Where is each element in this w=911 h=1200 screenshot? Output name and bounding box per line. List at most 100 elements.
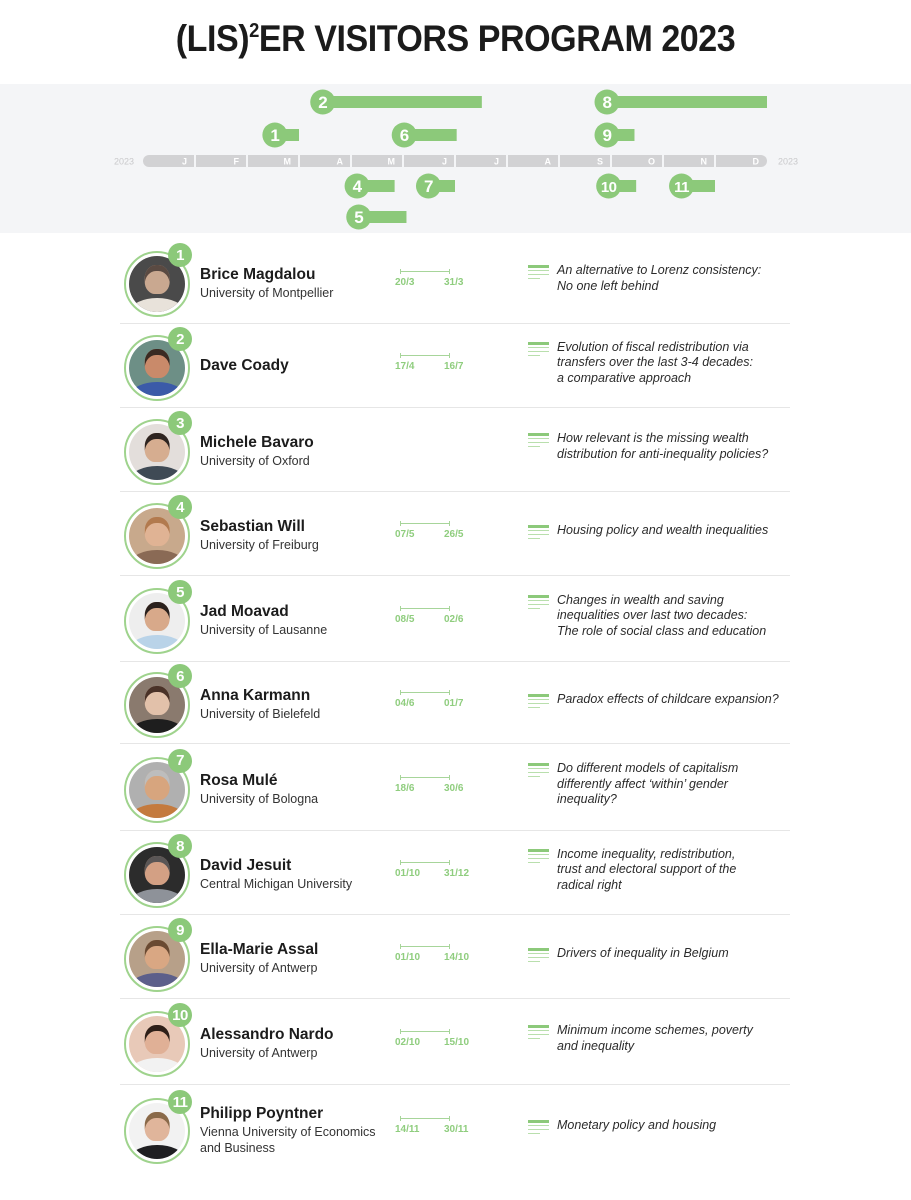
visitor-affiliation: Central Michigan University — [200, 877, 353, 891]
visitor-affiliation: University of Bielefeld — [200, 707, 321, 721]
research-topic: Do different models of capitalism differ… — [557, 761, 739, 807]
visitor-row: 2 Dave Coady 17/4 16/7 Evolution of fiscal r… — [120, 324, 790, 408]
avatar: 4 — [124, 495, 192, 569]
visitor-number-badge: 11 — [168, 1090, 192, 1114]
visit-start-date: 01/10 — [395, 952, 421, 963]
visitor-row: 3 Michele Bavaro University of Oxford How r… — [120, 408, 790, 492]
month-divider — [610, 155, 612, 167]
visitor-number-badge: 5 — [168, 580, 192, 604]
avatar-body-shape — [131, 1145, 183, 1159]
visit-start-date: 14/11 — [395, 1124, 420, 1135]
avatar-body-shape — [131, 298, 183, 312]
visitor-affiliation: University of Montpellier — [200, 286, 334, 300]
visitor-row: 10 Alessandro Nardo University of Antwerp 0… — [120, 999, 790, 1085]
topic-lines-icon — [528, 525, 549, 541]
avatar-body-shape — [131, 719, 183, 733]
timeline-chart: J F M A M J J A S O N D 2023 2023 1 2 4 5 6 7 8 9 10 11 — [0, 84, 911, 233]
visit-start-date: 07/5 — [395, 529, 415, 540]
date-range-rule — [400, 1029, 450, 1034]
topic-lines-icon — [528, 694, 549, 710]
month-divider — [350, 155, 352, 167]
research-topic: Changes in wealth and saving inequalitie… — [557, 592, 767, 638]
visitor-row: 8 David Jesuit Central Michigan University… — [120, 831, 790, 915]
research-topic: Drivers of inequality in Belgium — [557, 946, 729, 961]
date-range-rule — [400, 353, 450, 358]
month-tick-label: A — [337, 157, 344, 167]
avatar: 5 — [124, 580, 192, 654]
visitor-affiliation: University of Oxford — [200, 454, 310, 468]
month-divider — [402, 155, 404, 167]
visitor-name: Rosa Mulé — [200, 771, 278, 789]
avatar-head-shape — [144, 264, 170, 295]
month-tick-label: S — [597, 157, 603, 167]
timeline-marker-label-4: 4 — [353, 177, 363, 196]
visitor-number-badge: 9 — [168, 918, 192, 942]
month-divider — [662, 155, 664, 167]
visitor-row: 9 Ella-Marie Assal University of Antwerp 01… — [120, 915, 790, 999]
visitor-row: 7 Rosa Mulé University of Bologna 18/6 30/6 D… — [120, 744, 790, 831]
research-topic: Housing policy and wealth inequalities — [557, 523, 769, 538]
visit-date-range: 20/3 31/3 — [395, 269, 475, 293]
visit-end-date: 31/12 — [444, 868, 470, 879]
visitor-name: Jad Moavad — [200, 603, 289, 620]
timeline-marker-label-6: 6 — [400, 126, 409, 145]
visit-end-date: 02/6 — [444, 614, 464, 625]
avatar-body-shape — [131, 466, 183, 480]
timeline-marker-label-5: 5 — [354, 208, 363, 227]
timeline-marker-label-2: 2 — [318, 93, 327, 112]
avatar-body-shape — [131, 803, 183, 818]
topic-lines-icon — [528, 763, 549, 779]
avatar-head-shape — [144, 516, 170, 547]
timeline-marker-label-7: 7 — [424, 177, 433, 196]
visit-start-date: 01/10 — [395, 868, 421, 879]
date-range-rule — [400, 944, 450, 949]
month-tick-label: J — [494, 157, 499, 167]
visitor-number-badge: 3 — [168, 411, 192, 435]
visit-start-date: 18/6 — [395, 782, 415, 794]
visitor-name: Ella-Marie Assal — [200, 941, 319, 958]
axis-year-label-right: 2023 — [778, 157, 798, 167]
visitor-number-badge: 7 — [168, 748, 192, 773]
month-divider — [506, 155, 508, 167]
date-range-rule — [400, 690, 450, 695]
visit-end-date: 30/11 — [444, 1124, 469, 1135]
page-title: (LIS)2ER VISITORS PROGRAM 2023 — [36, 18, 874, 60]
topic-lines-icon — [528, 433, 549, 449]
visitor-row: 1 Brice Magdalou University of Montpellier… — [120, 240, 790, 324]
month-tick-label: D — [753, 157, 760, 167]
research-topic: Evolution of fiscal redistribution via t… — [557, 339, 753, 385]
month-tick-label: A — [545, 157, 552, 167]
avatar-head-shape — [144, 939, 170, 970]
topic-lines-icon — [528, 848, 549, 865]
avatar: 8 — [124, 834, 192, 908]
visitor-affiliation: University of Lausanne — [200, 623, 328, 637]
date-range-rule — [400, 269, 450, 274]
timeline-marker-label-10: 10 — [601, 179, 617, 196]
date-range-rule — [400, 606, 450, 611]
visit-end-date: 15/10 — [444, 1037, 470, 1048]
visitor-row: 5 Jad Moavad University of Lausanne 08/5 02/… — [120, 576, 790, 662]
timeline-marker-label-1: 1 — [270, 126, 279, 145]
visitor-name: Alessandro Nardo — [200, 1026, 334, 1043]
avatar: 9 — [124, 918, 192, 992]
avatar-head-shape — [144, 348, 170, 379]
topic-lines-icon — [528, 341, 549, 358]
title-superscript: 2 — [249, 20, 259, 42]
visitor-affiliation: University of Freiburg — [200, 538, 319, 552]
visit-start-date: 08/5 — [395, 614, 415, 625]
visit-end-date: 14/10 — [444, 952, 470, 963]
visit-end-date: 26/5 — [444, 529, 464, 540]
avatar-head-shape — [144, 1024, 170, 1055]
visit-date-range: 17/4 16/7 — [395, 353, 475, 377]
axis-year-label-left: 2023 — [114, 157, 134, 167]
visitor-affiliation: University of Bologna — [200, 791, 319, 806]
month-tick-label: N — [701, 157, 708, 167]
avatar-head-shape — [144, 601, 170, 632]
visit-start-date: 02/10 — [395, 1037, 421, 1048]
month-divider — [558, 155, 560, 167]
month-divider — [454, 155, 456, 167]
topic-lines-icon — [528, 265, 549, 281]
timeline-bar-2 — [322, 96, 482, 108]
month-divider — [298, 155, 300, 167]
research-topic: Income inequality, redistribution, trust… — [557, 846, 737, 892]
